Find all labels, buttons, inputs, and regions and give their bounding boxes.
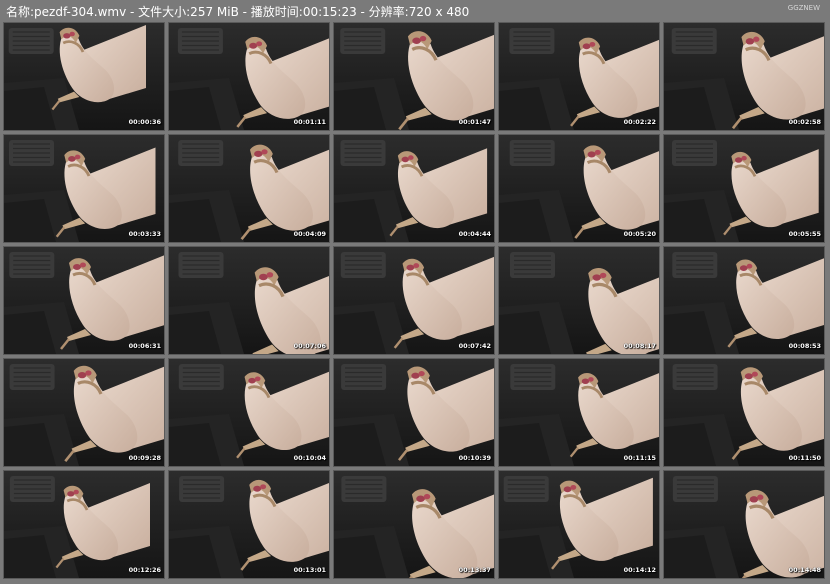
video-frame-image [499,135,659,242]
video-frame-image [664,135,824,242]
thumbnail-timestamp: 00:02:58 [788,118,821,126]
thumbnail-timestamp: 00:14:48 [788,566,821,574]
video-thumbnail[interactable]: 00:07:06 [169,247,329,354]
thumbnail-timestamp: 00:03:33 [128,230,161,238]
file-info-title: 名称:pezdf-304.wmv - 文件大小:257 MiB - 播放时间:0… [6,5,470,19]
video-frame-image [4,471,164,578]
thumbnail-timestamp: 00:01:47 [458,118,491,126]
video-thumbnail[interactable]: 00:07:42 [334,247,494,354]
thumbnail-timestamp: 00:07:06 [293,342,326,350]
video-thumbnail[interactable]: 00:08:17 [499,247,659,354]
thumbnail-timestamp: 00:14:12 [623,566,656,574]
thumbnail-timestamp: 00:08:53 [788,342,821,350]
thumbnail-timestamp: 00:00:36 [128,118,161,126]
video-frame-image [169,247,329,354]
video-frame-image [664,359,824,466]
video-thumbnail[interactable]: 00:11:50 [664,359,824,466]
video-thumbnail[interactable]: 00:14:12 [499,471,659,578]
thumbnail-timestamp: 00:01:11 [293,118,326,126]
thumbnail-timestamp: 00:13:01 [293,566,326,574]
video-frame-image [499,247,659,354]
thumbnail-timestamp: 00:02:22 [623,118,656,126]
video-frame-image [334,135,494,242]
thumbnail-timestamp: 00:08:17 [623,342,656,350]
video-thumbnail[interactable]: 00:14:48 [664,471,824,578]
video-frame-image [4,359,164,466]
video-frame-image [664,23,824,130]
video-frame-image [4,23,164,130]
video-thumbnail[interactable]: 00:10:04 [169,359,329,466]
video-frame-image [169,23,329,130]
video-frame-image [334,471,494,578]
thumbnail-timestamp: 00:11:15 [623,454,656,462]
thumbnail-timestamp: 00:10:04 [293,454,326,462]
video-thumbnail[interactable]: 00:10:39 [334,359,494,466]
video-frame-image [334,247,494,354]
video-thumbnail[interactable]: 00:11:15 [499,359,659,466]
thumbnail-timestamp: 00:06:31 [128,342,161,350]
video-frame-image [499,359,659,466]
thumbnail-timestamp: 00:07:42 [458,342,491,350]
thumbnail-grid: 00:00:36 00:01:11 00:01:47 00:02:22 00:02:58… [4,23,828,581]
video-thumbnail[interactable]: 00:04:09 [169,135,329,242]
video-thumbnail[interactable]: 00:00:36 [4,23,164,130]
video-thumbnail[interactable]: 00:12:26 [4,471,164,578]
video-thumbnail[interactable]: 00:05:20 [499,135,659,242]
video-thumbnail[interactable]: 00:13:01 [169,471,329,578]
thumbnail-timestamp: 00:10:39 [458,454,491,462]
video-frame-image [499,23,659,130]
thumbnail-timestamp: 00:12:26 [128,566,161,574]
video-frame-image [4,247,164,354]
video-frame-image [169,135,329,242]
video-thumbnail[interactable]: 00:09:28 [4,359,164,466]
video-thumbnail[interactable]: 00:06:31 [4,247,164,354]
video-thumbnail[interactable]: 00:08:53 [664,247,824,354]
video-frame-image [664,247,824,354]
video-thumbnail[interactable]: 00:04:44 [334,135,494,242]
video-thumbnail[interactable]: 00:01:47 [334,23,494,130]
video-thumbnail[interactable]: 00:01:11 [169,23,329,130]
video-frame-image [499,471,659,578]
thumbnail-timestamp: 00:11:50 [788,454,821,462]
contact-sheet-header: 名称:pezdf-304.wmv - 文件大小:257 MiB - 播放时间:0… [0,0,830,22]
video-frame-image [4,135,164,242]
video-frame-image [334,359,494,466]
video-thumbnail[interactable]: 00:02:22 [499,23,659,130]
thumbnail-timestamp: 00:04:09 [293,230,326,238]
video-thumbnail[interactable]: 00:13:37 [334,471,494,578]
thumbnail-timestamp: 00:05:20 [623,230,656,238]
video-thumbnail[interactable]: 00:02:58 [664,23,824,130]
video-thumbnail[interactable]: 00:03:33 [4,135,164,242]
video-frame-image [169,359,329,466]
thumbnail-timestamp: 00:04:44 [458,230,491,238]
video-frame-image [334,23,494,130]
thumbnail-timestamp: 00:13:37 [458,566,491,574]
video-frame-image [169,471,329,578]
thumbnail-timestamp: 00:05:55 [788,230,821,238]
watermark-text: GGZNEW [787,4,820,12]
video-thumbnail[interactable]: 00:05:55 [664,135,824,242]
thumbnail-timestamp: 00:09:28 [128,454,161,462]
video-frame-image [664,471,824,578]
